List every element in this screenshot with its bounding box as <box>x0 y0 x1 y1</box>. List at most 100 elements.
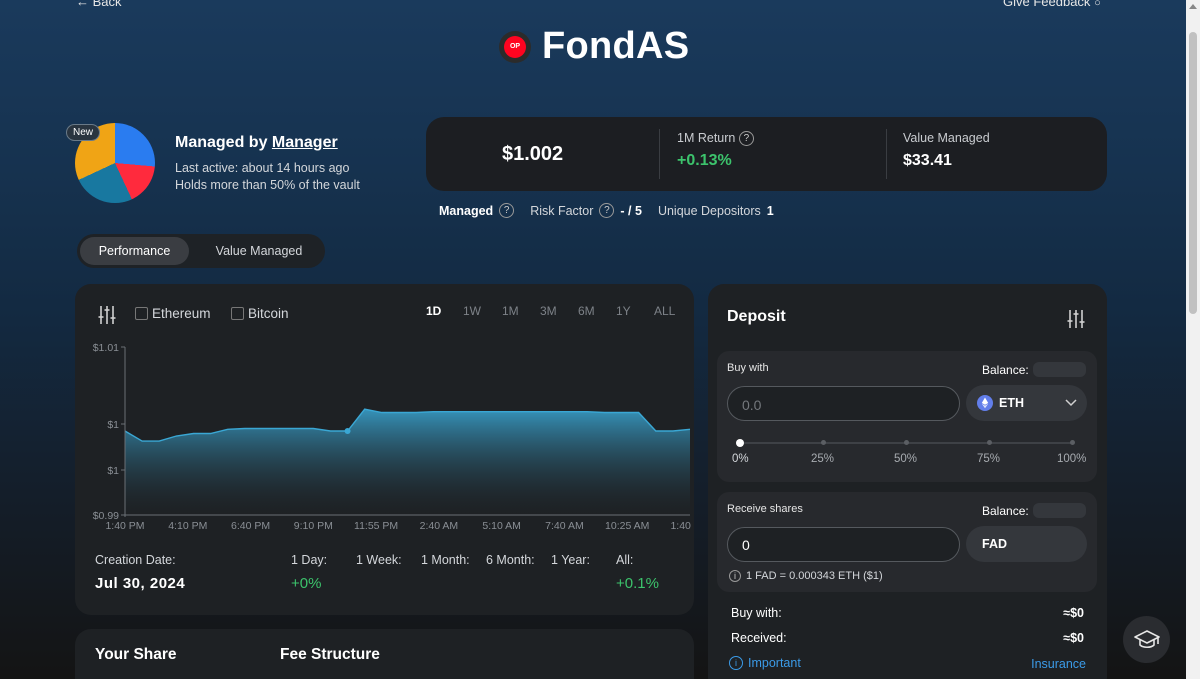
range-3m[interactable]: 3M <box>540 304 578 318</box>
help-icon[interactable]: ? <box>599 203 615 218</box>
page-scrollbar[interactable] <box>1186 0 1200 679</box>
receive-shares-value: 0 <box>742 537 750 553</box>
value-managed-label: Value Managed <box>903 131 990 145</box>
back-link[interactable]: ← Back <box>76 0 122 9</box>
summary-received-label: Received: <box>731 631 787 645</box>
share-balance-placeholder <box>1033 503 1086 518</box>
manager-link[interactable]: Manager <box>272 134 338 151</box>
scroll-up-icon[interactable] <box>1189 4 1197 9</box>
compare-ethereum[interactable]: Ethereum <box>135 306 211 321</box>
return-all-value: +0.1% <box>616 575 659 592</box>
share-fee-panel: Your Share Fee Structure <box>75 629 694 679</box>
view-tabs: Performance Value Managed <box>77 234 325 268</box>
buy-with-section: Buy with Balance: 0.0 ETH 0% 25% 50% 75%… <box>717 351 1097 482</box>
amount-placeholder: 0.0 <box>742 397 762 413</box>
creation-date-label: Creation Date: <box>95 553 176 567</box>
summary-buy-label: Buy with: <box>731 606 782 620</box>
ethereum-icon <box>977 395 993 411</box>
return-6m-label: 6 Month: <box>486 553 535 567</box>
share-balance-label: Balance: <box>982 504 1029 518</box>
exchange-rate: i 1 FAD = 0.000343 ETH ($1) <box>729 570 883 582</box>
x-tick-label: 7:40 AM <box>545 520 584 532</box>
settings-sliders-icon[interactable] <box>1066 308 1086 330</box>
return-1y-label: 1 Year: <box>551 553 590 567</box>
tab-performance[interactable]: Performance <box>80 237 189 265</box>
y-tick-label: $1.01 <box>93 342 119 354</box>
x-tick-label: 2:40 AM <box>420 520 459 532</box>
performance-chart: $1.01$1$1$0.991:40 PM 4:10 PM 6:40 PM 9:10 … <box>93 342 694 532</box>
important-label: Important <box>748 656 801 670</box>
return-1w-label: 1 Week: <box>356 553 402 567</box>
x-tick-label: 4:10 PM <box>168 520 207 532</box>
academy-button[interactable] <box>1123 616 1170 663</box>
arrow-left-icon: ← <box>76 0 89 9</box>
return-1d-label: 1 Day: <box>291 553 328 567</box>
x-tick-label: 11:55 PM <box>354 520 398 532</box>
return-label-text: 1M Return <box>677 131 736 145</box>
x-tick-label: 5:10 AM <box>482 520 521 532</box>
range-1w[interactable]: 1W <box>463 304 502 318</box>
value-managed-value: $33.41 <box>903 152 952 169</box>
ethereum-checkbox[interactable] <box>135 307 148 320</box>
compare-bitcoin[interactable]: Bitcoin <box>231 306 289 321</box>
divider <box>886 129 887 179</box>
slider-mark-75[interactable]: 75% <box>977 453 1000 465</box>
range-1y[interactable]: 1Y <box>616 304 654 318</box>
insurance-link[interactable]: Insurance <box>1031 657 1086 671</box>
last-active-text: Last active: about 14 hours ago <box>175 161 350 175</box>
slider-tick <box>1070 440 1075 445</box>
range-1d[interactable]: 1D <box>426 304 463 318</box>
sliders-icon[interactable] <box>97 304 117 326</box>
info-icon: i <box>729 656 743 670</box>
slider-mark-0[interactable]: 0% <box>732 453 749 465</box>
amount-input[interactable]: 0.0 <box>727 386 960 421</box>
logo-badge-text: OP <box>504 35 526 58</box>
back-label: Back <box>92 0 122 9</box>
amount-slider-thumb[interactable] <box>736 439 744 447</box>
y-tick-label: $1 <box>107 465 119 477</box>
range-all[interactable]: ALL <box>654 304 684 318</box>
receive-shares-input[interactable]: 0 <box>727 527 960 562</box>
slider-tick <box>821 440 826 445</box>
buy-with-label: Buy with <box>727 362 769 374</box>
return-1d-value: +0% <box>291 575 322 592</box>
deposit-title: Deposit <box>727 308 786 325</box>
chat-bubble-icon: ○ <box>1094 0 1101 9</box>
y-tick-label: $1 <box>107 419 119 431</box>
share-token-pill: FAD <box>966 526 1087 562</box>
scrollbar-thumb[interactable] <box>1189 32 1197 314</box>
receive-shares-label: Receive shares <box>727 503 803 515</box>
managed-label: Managed <box>439 203 494 218</box>
depositors-label: Unique Depositors <box>657 203 761 218</box>
balance-value-placeholder <box>1033 362 1086 377</box>
range-1m[interactable]: 1M <box>502 304 540 318</box>
token-select[interactable]: ETH <box>966 385 1087 421</box>
x-tick-label: 1:40 PM <box>105 520 144 532</box>
slider-tick <box>904 440 909 445</box>
x-tick-label: 9:10 PM <box>294 520 333 532</box>
new-badge: New <box>66 124 101 141</box>
fee-structure-heading: Fee Structure <box>280 646 380 663</box>
important-link[interactable]: i Important <box>729 656 801 670</box>
give-feedback-link[interactable]: Give Feedback ○ <box>1003 0 1101 9</box>
vault-meta-row: Managed ? Risk Factor ? - / 5 Unique Dep… <box>439 203 774 218</box>
bitcoin-checkbox[interactable] <box>231 307 244 320</box>
summary-buy-value: ≈$0 <box>1063 606 1084 620</box>
slider-mark-100[interactable]: 100% <box>1057 453 1086 465</box>
deposit-panel: Deposit Buy with Balance: 0.0 ETH 0% 25%… <box>708 284 1107 679</box>
x-tick-label: 1:40 PM <box>670 520 694 532</box>
slider-mark-25[interactable]: 25% <box>811 453 834 465</box>
share-token-label: FAD <box>982 537 1007 551</box>
stats-card: $1.002 1M Return ? +0.13% Value Managed … <box>426 117 1107 191</box>
receive-shares-section: Receive shares Balance: 0 FAD i 1 FAD = … <box>717 492 1097 592</box>
optimism-logo-icon: OP <box>499 30 531 63</box>
managed-by-prefix: Managed by <box>175 134 272 151</box>
slider-mark-50[interactable]: 50% <box>894 453 917 465</box>
tab-value-managed[interactable]: Value Managed <box>199 237 319 265</box>
slider-tick <box>987 440 992 445</box>
range-6m[interactable]: 6M <box>578 304 616 318</box>
help-icon[interactable]: ? <box>499 203 515 218</box>
token-label: ETH <box>999 396 1024 410</box>
help-icon[interactable]: ? <box>738 131 754 147</box>
bitcoin-label: Bitcoin <box>248 306 289 321</box>
